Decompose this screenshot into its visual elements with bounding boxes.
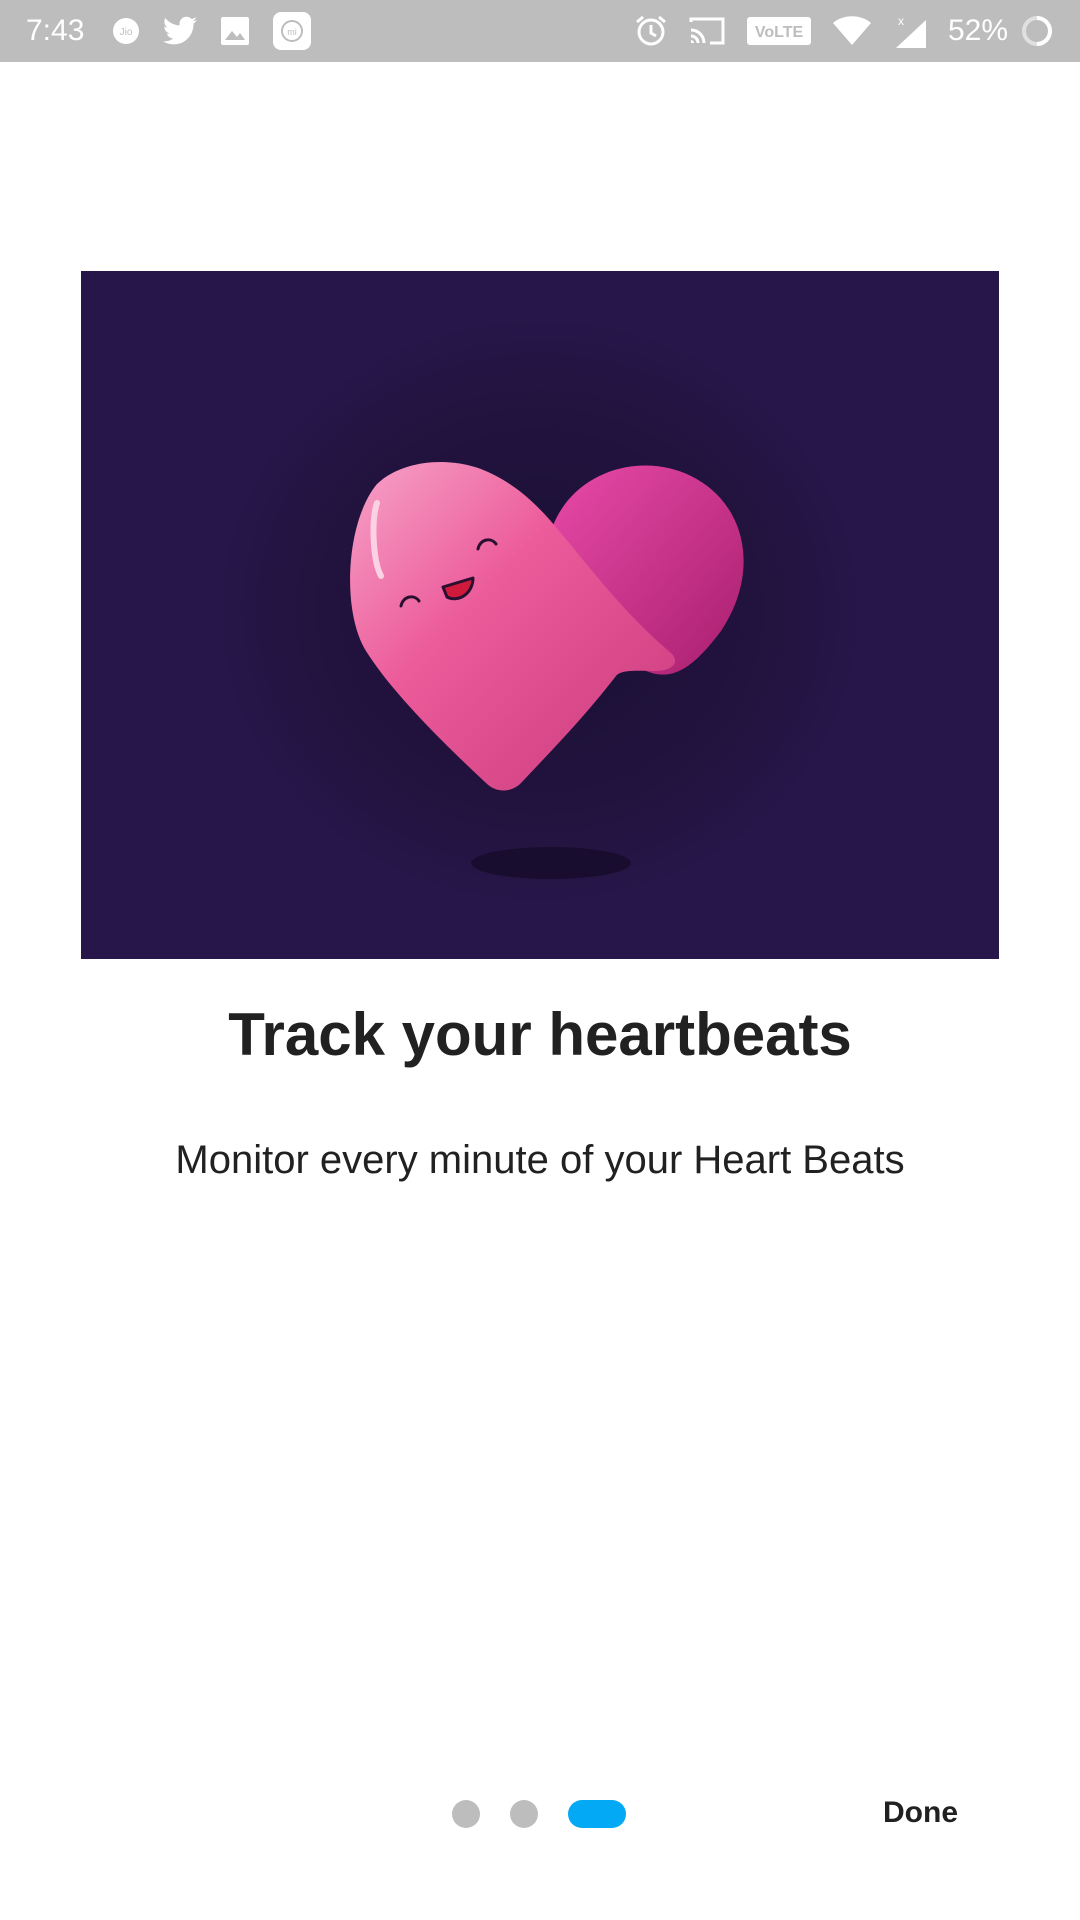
- battery-icon: [1020, 14, 1054, 48]
- onboarding-title: Track your heartbeats: [228, 1001, 852, 1068]
- onboarding-screen: 7:43 Jio mi VoLTE x 52% Track your heart…: [0, 0, 1080, 1920]
- svg-text:Jio: Jio: [120, 27, 133, 38]
- status-right: VoLTE x 52%: [634, 14, 1054, 48]
- alarm-icon: [634, 14, 668, 48]
- cast-icon: [688, 16, 726, 46]
- battery-percent: 52%: [947, 14, 1008, 47]
- jio-icon: Jio: [112, 17, 140, 45]
- heart-illustration: [81, 271, 999, 959]
- done-button[interactable]: Done: [871, 1790, 970, 1836]
- status-time: 7:43: [26, 14, 85, 47]
- happy-heart-image: [81, 271, 999, 959]
- page-dot-1[interactable]: [452, 1800, 480, 1828]
- page-dot-3-active[interactable]: [568, 1800, 626, 1828]
- onboarding-description: Monitor every minute of your Heart Beats: [175, 1138, 905, 1182]
- page-indicator: [452, 1800, 626, 1828]
- gallery-icon: [220, 16, 250, 46]
- status-bar: 7:43 Jio mi VoLTE x 52%: [0, 0, 1080, 62]
- svg-text:mi: mi: [288, 27, 298, 37]
- signal-icon: x: [892, 14, 928, 48]
- svg-text:x: x: [898, 14, 904, 28]
- wifi-icon: [832, 15, 872, 47]
- page-dot-2[interactable]: [510, 1800, 538, 1828]
- svg-text:VoLTE: VoLTE: [755, 24, 804, 41]
- status-left: 7:43 Jio mi: [26, 11, 334, 51]
- mi-icon: mi: [272, 11, 312, 51]
- twitter-icon: [162, 16, 198, 46]
- volte-icon: VoLTE: [746, 16, 812, 46]
